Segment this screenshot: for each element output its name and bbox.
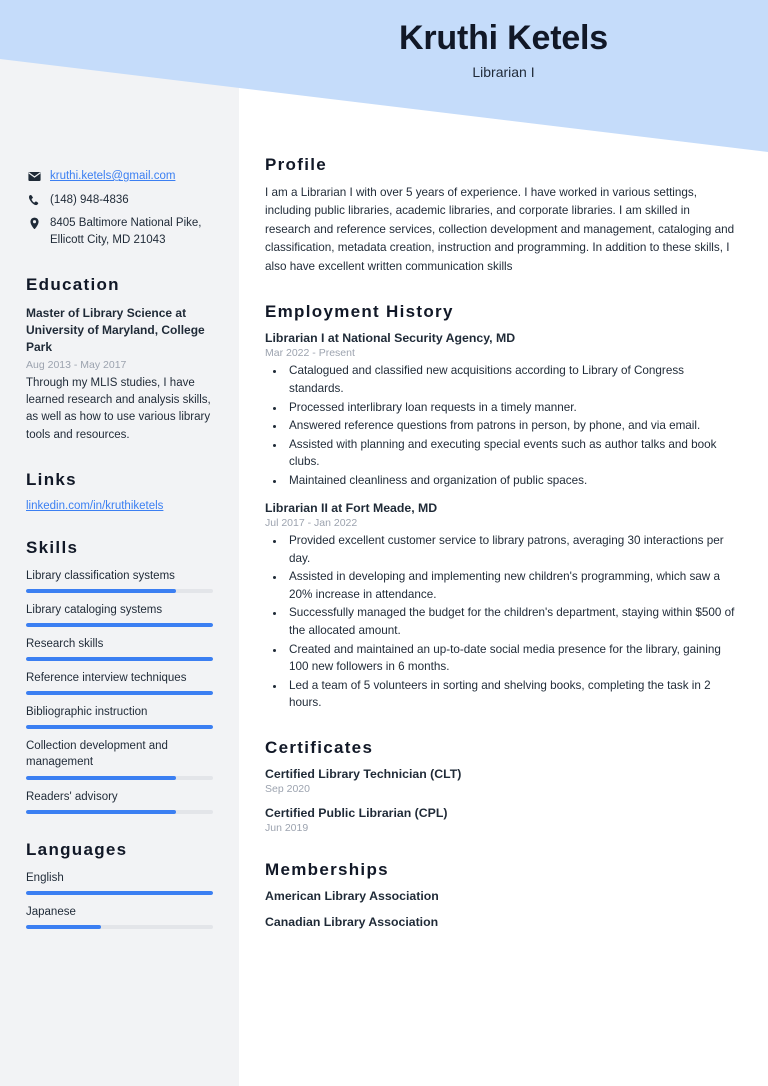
list-item: Bibliographic instruction — [26, 704, 213, 730]
list-item: Readers' advisory — [26, 789, 213, 814]
list-item: Research skills — [26, 636, 213, 662]
memberships-section: Memberships American Library Association… — [265, 860, 738, 929]
education-entry: Master of Library Science at University … — [26, 305, 213, 444]
main-content: Profile I am a Librarian I with over 5 y… — [239, 0, 768, 995]
contact-address: 8405 Baltimore National Pike, Ellicott C… — [26, 215, 213, 248]
skill-bar-fill — [26, 691, 213, 696]
skill-bar-track — [26, 657, 213, 662]
list-item: Maintained cleanliness and organization … — [286, 472, 738, 490]
list-item: Processed interlibrary loan requests in … — [286, 399, 738, 417]
contact-phone: (148) 948-4836 — [26, 192, 213, 209]
skill-label: Research skills — [26, 638, 104, 651]
job-entry: Librarian I at National Security Agency,… — [265, 331, 738, 489]
contact-phone-text: (148) 948-4836 — [50, 193, 129, 206]
certificate-name: Certified Library Technician (CLT) — [265, 766, 462, 781]
list-item: Successfully managed the budget for the … — [286, 604, 738, 639]
contact-email[interactable]: kruthi.ketels@gmail.com — [26, 168, 213, 185]
language-label: English — [26, 871, 64, 884]
envelope-icon — [26, 168, 42, 183]
contact-email-text: kruthi.ketels@gmail.com — [50, 168, 213, 185]
certificate-name: Certified Public Librarian (CPL) — [265, 805, 448, 820]
location-pin-icon — [26, 215, 42, 230]
skill-label: Collection development and management — [26, 740, 168, 769]
membership-entry: American Library Association — [265, 888, 439, 903]
list-item[interactable]: linkedin.com/in/kruthiketels — [26, 500, 213, 512]
list-item: Library cataloging systems — [26, 602, 213, 628]
skill-label: Library classification systems — [26, 569, 175, 582]
language-bar-track — [26, 890, 213, 895]
list-item: Answered reference questions from patron… — [286, 417, 738, 435]
list-item: Assisted in developing and implementing … — [286, 568, 738, 603]
skill-bar-fill — [26, 657, 213, 662]
skill-bar-fill — [26, 775, 176, 780]
skill-bar-track — [26, 623, 213, 628]
phone-icon — [26, 192, 42, 207]
job-entry: Librarian II at Fort Meade, MD Jul 2017 … — [265, 501, 738, 711]
membership-entry: Canadian Library Association — [265, 914, 439, 929]
skill-bar-track — [26, 775, 213, 780]
language-bar-track — [26, 924, 213, 929]
memberships-heading: Memberships — [265, 859, 389, 879]
language-bar-fill — [26, 924, 101, 929]
sidebar: kruthi.ketels@gmail.com (148) 948-4836 8… — [0, 0, 239, 968]
education-description: Through my MLIS studies, I have learned … — [26, 376, 211, 441]
links-list: linkedin.com/in/kruthiketels — [26, 500, 213, 512]
job-bullets: Provided excellent customer service to l… — [265, 532, 738, 711]
skills-list: Library classification systems Library c… — [26, 568, 213, 814]
job-title: Librarian II at Fort Meade, MD — [265, 501, 438, 516]
certificates-section: Certificates Certified Library Technicia… — [265, 738, 738, 834]
languages-heading: Languages — [26, 839, 128, 859]
links-heading: Links — [26, 469, 77, 489]
skill-bar-fill — [26, 809, 176, 814]
skill-bar-fill — [26, 725, 213, 730]
email-link[interactable]: kruthi.ketels@gmail.com — [50, 170, 175, 182]
list-item: Japanese — [26, 904, 213, 929]
skills-heading: Skills — [26, 537, 79, 557]
language-bar-fill — [26, 890, 213, 895]
employment-section: Employment History Librarian I at Nation… — [265, 302, 738, 711]
education-title: Master of Library Science at University … — [26, 305, 205, 355]
skill-label: Library cataloging systems — [26, 603, 163, 616]
certificate-date: Jun 2019 — [265, 821, 309, 834]
list-item: Library classification systems — [26, 568, 213, 593]
job-title: Librarian I at National Security Agency,… — [265, 331, 516, 346]
skill-bar-track — [26, 691, 213, 696]
list-item: Catalogued and classified new acquisitio… — [286, 362, 738, 397]
linkedin-link[interactable]: linkedin.com/in/kruthiketels — [26, 500, 163, 512]
job-bullets: Catalogued and classified new acquisitio… — [265, 362, 738, 489]
skill-bar-fill — [26, 623, 213, 628]
contact-address-text: 8405 Baltimore National Pike, Ellicott C… — [50, 217, 202, 247]
skill-bar-track — [26, 725, 213, 730]
profile-heading: Profile — [265, 155, 328, 174]
education-date: Aug 2013 - May 2017 — [26, 358, 127, 371]
skill-bar-track — [26, 809, 213, 814]
job-date: Jul 2017 - Jan 2022 — [265, 517, 358, 530]
employment-heading: Employment History — [265, 302, 454, 322]
list-item: Created and maintained an up-to-date soc… — [286, 641, 738, 676]
profile-section: Profile I am a Librarian I with over 5 y… — [265, 155, 738, 276]
languages-list: English Japanese — [26, 870, 213, 929]
skill-label: Bibliographic instruction — [26, 706, 148, 719]
skill-bar-fill — [26, 588, 176, 593]
resume-page: Kruthi Ketels Librarian I kruthi.ketels@… — [0, 0, 768, 1086]
certificates-heading: Certificates — [265, 737, 374, 757]
profile-text: I am a Librarian I with over 5 years of … — [265, 186, 735, 273]
education-heading: Education — [26, 274, 120, 294]
list-item: English — [26, 870, 213, 895]
list-item: Reference interview techniques — [26, 670, 213, 696]
certificate-entry: Certified Library Technician (CLT) Sep 2… — [265, 767, 738, 795]
list-item: Collection development and management — [26, 738, 213, 780]
skill-bar-track — [26, 588, 213, 593]
contact-list: kruthi.ketels@gmail.com (148) 948-4836 8… — [26, 168, 213, 249]
list-item: Assisted with planning and executing spe… — [286, 436, 738, 471]
list-item: Led a team of 5 volunteers in sorting an… — [286, 677, 738, 712]
certificate-entry: Certified Public Librarian (CPL) Jun 201… — [265, 806, 738, 834]
language-label: Japanese — [26, 905, 76, 918]
job-date: Mar 2022 - Present — [265, 347, 355, 360]
certificate-date: Sep 2020 — [265, 782, 310, 795]
skill-label: Readers' advisory — [26, 790, 118, 803]
skill-label: Reference interview techniques — [26, 672, 187, 685]
list-item: Provided excellent customer service to l… — [286, 532, 738, 567]
